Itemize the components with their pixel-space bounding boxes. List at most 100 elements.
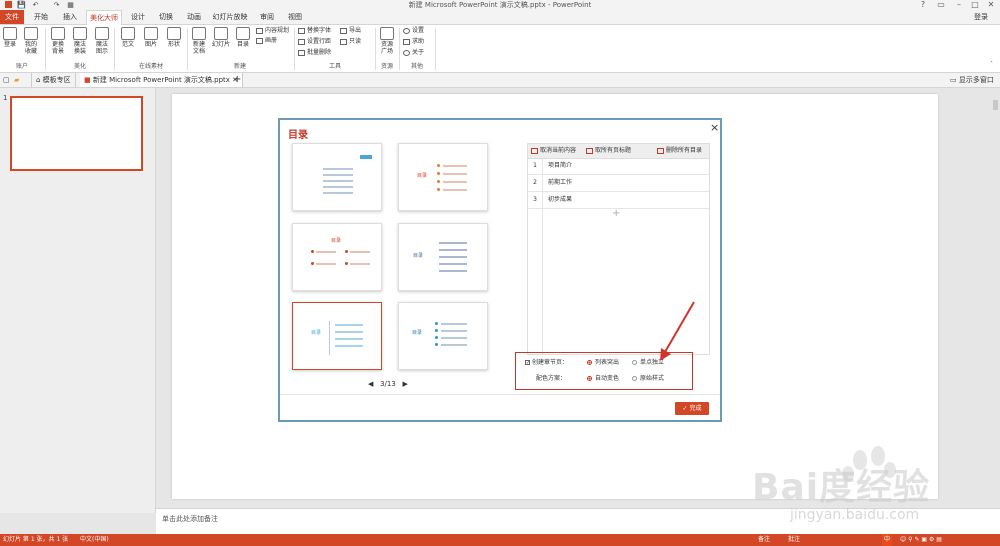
help-icon[interactable]: ? (915, 0, 931, 10)
language-status[interactable]: 中文(中国) (80, 534, 109, 546)
ribbon-divider (114, 28, 115, 70)
show-multi-window-button[interactable]: ▭ 显示多窗口 (950, 73, 994, 87)
dialog-close-button[interactable]: × (710, 122, 719, 134)
create-chapter-checkbox[interactable]: ✓ 创建章节页： (525, 359, 568, 367)
toc-item-row[interactable]: 3 初步成果 (528, 192, 709, 209)
new-file-icon[interactable]: ▢ (3, 73, 10, 87)
template-bullet (345, 250, 348, 253)
help-button[interactable]: 求助 (403, 38, 424, 46)
template-line (439, 249, 467, 251)
radio-auto-color[interactable]: 自动变色 (587, 375, 619, 383)
tab-slideshow[interactable]: 幻灯片放映 (209, 10, 251, 24)
toc-template-4[interactable]: 目录 (398, 223, 488, 291)
next-page-button[interactable]: ▶ (403, 380, 408, 388)
toc-item-text[interactable]: 前期工作 (548, 175, 572, 191)
maximize-button[interactable]: □ (967, 0, 983, 10)
prev-page-button[interactable]: ◀ (368, 380, 373, 388)
ime-indicator[interactable]: 中 (882, 534, 893, 546)
done-button[interactable]: ✓ 完成 (675, 402, 709, 415)
about-button[interactable]: 关于 (403, 49, 424, 57)
toc-template-2[interactable]: 目录 (398, 143, 488, 211)
document-tab[interactable]: ■ 新建 Microsoft PowerPoint 演示文稿.pptx ✕ (80, 73, 244, 87)
tab-transitions[interactable]: 切换 (153, 10, 179, 24)
chat-icon (403, 38, 410, 45)
settings-button[interactable]: 设置 (403, 27, 424, 35)
add-tab-button[interactable]: + (233, 73, 241, 87)
sample-docs-label: 范文 (121, 41, 134, 48)
album-button[interactable]: 画册 (256, 37, 277, 45)
replace-font-button[interactable]: 替换字体 (298, 27, 331, 35)
number-column (528, 209, 543, 354)
toc-item-row[interactable]: 2 前期工作 (528, 175, 709, 192)
minimize-button[interactable]: – (951, 0, 967, 10)
cancel-current-button[interactable]: 取消当前内容 (531, 147, 576, 155)
template-zone-tab[interactable]: ⌂ 模板专区 (31, 73, 76, 87)
tab-review[interactable]: 审阅 (254, 10, 280, 24)
tab-insert[interactable]: 插入 (57, 10, 83, 24)
tab-file[interactable]: 文件 (0, 10, 24, 24)
undo-icon[interactable]: ↶ (31, 1, 40, 9)
toc-template-5-selected[interactable]: 目录 (292, 302, 382, 370)
add-item-button[interactable]: + (612, 208, 620, 219)
template-line (335, 324, 363, 326)
toc-template-6[interactable]: 目录 (398, 302, 488, 370)
scrollbar-thumb[interactable] (993, 100, 998, 110)
redo-icon[interactable]: ↷ (52, 1, 61, 9)
close-button[interactable]: ✕ (983, 0, 999, 10)
login-label: 登录 (3, 41, 16, 48)
tab-view[interactable]: 视图 (282, 10, 308, 24)
slide-thumbnail[interactable] (10, 96, 143, 171)
export-button[interactable]: 导出 (340, 27, 361, 35)
batch-delete-button[interactable]: 批量删除 (298, 49, 331, 57)
slide-button[interactable]: 幻灯片 (210, 27, 232, 48)
toc-template-3[interactable]: 目录 (292, 223, 382, 291)
template-title: 目录 (311, 330, 322, 336)
new-doc-button[interactable]: 新建文档 (190, 27, 208, 55)
settings-label: 设置 (412, 27, 425, 34)
magic-diagram-button[interactable]: 魔法图示 (93, 27, 111, 55)
ribbon-divider (187, 28, 188, 70)
login-link[interactable]: 登录 (968, 10, 994, 24)
toc-item-text[interactable]: 项目简介 (548, 158, 572, 174)
radio-single-independent[interactable]: 单点独立 (632, 359, 664, 367)
pictures-button[interactable]: 图片 (141, 27, 161, 48)
collapse-ribbon-icon[interactable]: ˄ (990, 61, 993, 69)
save-icon[interactable]: 💾 (17, 1, 26, 9)
radio-original-style[interactable]: 原始样式 (632, 375, 664, 383)
template-line (316, 251, 336, 253)
magic-outfit-button[interactable]: 魔法换装 (71, 27, 89, 55)
tab-design[interactable]: 设计 (125, 10, 151, 24)
toc-item-text[interactable]: 初步成果 (548, 192, 572, 208)
content-plan-button[interactable]: 内容规划 (256, 27, 289, 35)
toc-item-row[interactable]: 1 项目简介 (528, 158, 709, 175)
ribbon-display-icon[interactable]: ▭ (933, 0, 949, 10)
readonly-button[interactable]: 只读 (340, 38, 361, 46)
heart-icon (24, 27, 38, 40)
sample-docs-button[interactable]: 范文 (118, 27, 138, 48)
change-background-label: 更换背景 (51, 41, 64, 55)
line-spacing-button[interactable]: 设置行距 (298, 38, 331, 46)
toc-button[interactable]: 目录 (234, 27, 252, 48)
folder-icon[interactable]: ▰ (14, 73, 19, 87)
delete-all-toc-button[interactable]: 删除所有目录 (657, 147, 702, 155)
tab-beautify-master[interactable]: 美化大师 (86, 10, 122, 25)
shapes-button[interactable]: 形状 (164, 27, 184, 48)
vertical-scrollbar[interactable] (993, 100, 998, 500)
template-title: 目录 (413, 253, 424, 259)
refresh-icon (51, 27, 65, 40)
radio-list-highlight[interactable]: 列表突出 (587, 359, 619, 367)
change-background-button[interactable]: 更换背景 (49, 27, 67, 55)
resource-square-button[interactable]: 资源广场 (378, 27, 396, 55)
favorites-button[interactable]: 我的收藏 (22, 27, 40, 55)
get-all-titles-button[interactable]: 取所有页标题 (586, 147, 631, 155)
notes-toggle[interactable]: 备注 (758, 534, 770, 546)
tab-home[interactable]: 开始 (28, 10, 54, 24)
slide-icon (214, 27, 228, 40)
customize-quick-access-icon[interactable]: ▦ (66, 1, 75, 9)
toc-template-1[interactable] (292, 143, 382, 211)
login-button[interactable]: 登录 (2, 27, 18, 48)
tab-animations[interactable]: 动画 (181, 10, 207, 24)
comments-toggle[interactable]: 批注 (788, 534, 800, 546)
dialog-footer-divider (280, 394, 720, 395)
template-bullet (437, 172, 440, 175)
